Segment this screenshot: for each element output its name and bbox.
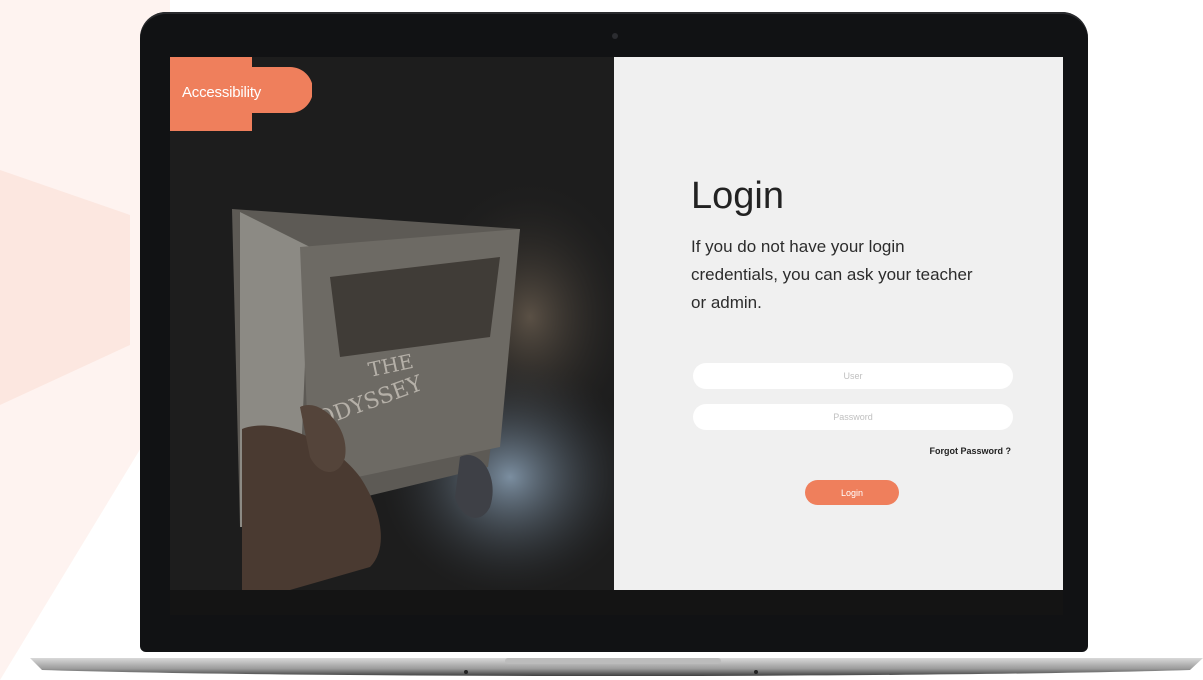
login-panel: Login If you do not have your login cred… [614,57,1063,590]
camera-icon [612,33,618,39]
password-input[interactable] [693,404,1013,430]
laptop-base [30,658,1203,676]
forgot-password-link[interactable]: Forgot Password ? [929,446,1011,456]
login-title: Login [691,175,784,217]
login-description: If you do not have your login credential… [691,237,973,312]
badge-label: Accessibility [182,84,262,101]
login-button[interactable]: Login [805,480,899,505]
reading-photo-illustration: THE ODYSSEY [170,57,614,590]
accessibility-badge[interactable]: Accessibility [170,57,312,131]
username-input[interactable] [693,363,1013,389]
hero-photo: THE ODYSSEY [170,57,614,590]
